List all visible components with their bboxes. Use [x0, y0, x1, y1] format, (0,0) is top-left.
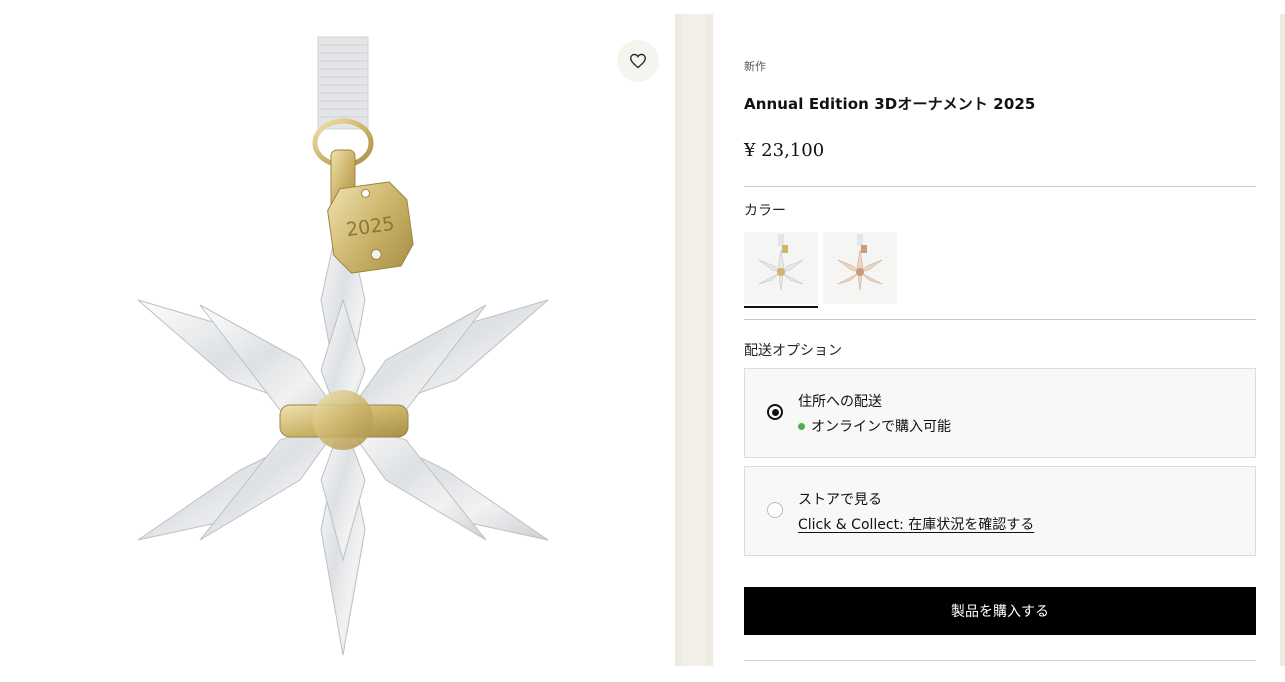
- shipping-options-label: 配送オプション: [744, 343, 842, 359]
- swatch-thumbnail: [758, 234, 804, 291]
- option-sub: Click & Collect: 在庫状況を確認する: [798, 514, 1034, 534]
- radio-unselected[interactable]: [767, 502, 783, 518]
- color-swatch-gold[interactable]: [744, 232, 818, 308]
- product-title: Annual Edition 3Dオーナメント 2025: [744, 95, 1036, 113]
- option-availability: オンラインで購入可能: [798, 416, 951, 436]
- scrollbar-track[interactable]: [1280, 14, 1285, 666]
- divider: [744, 319, 1256, 320]
- product-image-gallery: 2025: [0, 0, 678, 682]
- buy-button[interactable]: 製品を購入する: [744, 587, 1256, 635]
- color-label: カラー: [744, 203, 786, 219]
- option-title: 住所への配送: [798, 394, 882, 410]
- availability-text: オンラインで購入可能: [811, 419, 951, 435]
- divider: [744, 186, 1256, 187]
- product-image: 2025: [137, 36, 549, 656]
- click-collect-link[interactable]: Click & Collect: 在庫状況を確認する: [798, 514, 1034, 534]
- swatch-thumbnail: [837, 234, 883, 291]
- option-title: ストアで見る: [798, 492, 882, 508]
- shipping-option-store-pickup[interactable]: ストアで見る Click & Collect: 在庫状況を確認する: [744, 466, 1256, 556]
- product-info-panel: 新作 Annual Edition 3Dオーナメント 2025 ¥ 23,100…: [744, 0, 1256, 682]
- radio-selected[interactable]: [767, 404, 783, 420]
- shipping-option-home-delivery[interactable]: 住所への配送 オンラインで購入可能: [744, 368, 1256, 458]
- new-badge: 新作: [744, 60, 766, 73]
- wishlist-button[interactable]: [617, 40, 659, 82]
- heart-icon: [630, 53, 646, 69]
- gallery-divider: [675, 14, 713, 666]
- color-swatch-rose-gold[interactable]: [823, 232, 897, 304]
- product-price: ¥ 23,100: [744, 140, 825, 161]
- availability-dot-icon: [798, 422, 805, 430]
- divider: [744, 660, 1256, 661]
